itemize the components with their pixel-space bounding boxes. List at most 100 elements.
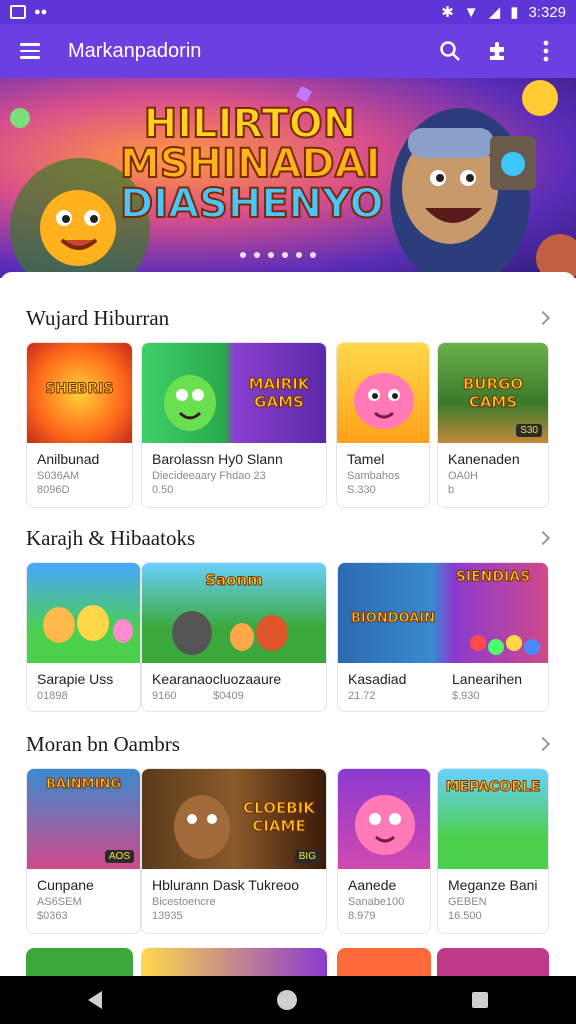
game-subtitle: $.930 [452,690,480,702]
game-thumbnail[interactable] [337,948,431,976]
menu-icon[interactable] [0,24,60,78]
carousel-dot[interactable] [296,252,302,258]
game-price: S.330 [347,484,376,496]
game-badge: AOS [104,850,134,863]
game-thumbnail[interactable] [26,948,133,976]
game-card[interactable]: Tamel Sambahos S.330 [336,342,430,508]
next-row-preview [26,948,550,976]
back-icon[interactable] [87,991,102,1009]
banner-title-line3: DIASHENYO [119,181,385,227]
game-price: 13935 [152,910,183,922]
game-thumbnail: BAINMING AOS [27,769,140,869]
game-thumbnail[interactable] [141,948,327,976]
carousel-dot[interactable] [282,252,288,258]
section-header[interactable]: Wujard Hiburran [0,290,576,346]
game-title: Barolassn Hy0 Slann [152,451,283,467]
system-nav-bar [0,976,576,1024]
game-card[interactable]: BIONDOAIN SIENDIAS Kasadiad 21.72 Lanear… [337,562,549,712]
carousel-dot[interactable] [254,252,260,258]
chevron-right-icon[interactable] [535,310,551,326]
app-bar: Markanpadorin [0,24,576,78]
section-title: Karajh & Hibaatoks [26,525,196,550]
bluetooth-icon: ✱ [441,4,454,21]
game-subtitle: 01898 [37,690,68,702]
signal-icon: ◢ [488,4,501,21]
search-icon[interactable] [432,33,468,69]
game-price: $0363 [37,910,68,922]
puzzle-icon[interactable] [480,33,516,69]
game-thumbnail: Saonm [142,563,326,663]
carousel-dot[interactable] [268,252,274,258]
game-card[interactable]: CLOEBIK CIAME BIG Hblurann Dask Tukreoo … [141,768,327,934]
section-title: Moran bn Oambrs [26,731,180,756]
game-title: Hblurann Dask Tukreoo [152,877,300,893]
notification-icon: ●● [34,6,48,18]
game-price: 0.50 [152,484,174,496]
gallery-icon [10,5,26,19]
chevron-right-icon[interactable] [535,530,551,546]
game-badge: BIG [294,850,320,863]
game-title: Anilbunad [37,451,100,467]
game-subtitle: S036AM [37,470,80,482]
game-price: 8.979 [348,910,376,922]
section-3: Moran bn Oambrs BAINMING AOS Cunpane AS6… [0,716,576,934]
game-title: Cunpane [37,877,94,893]
game-thumbnail: SHEBRIS [27,343,132,443]
battery-icon: ▮ [510,4,519,21]
game-title: Aanede [348,877,397,893]
game-card[interactable]: SHEBRIS Anilbunad S036AM 8096D [26,342,133,508]
game-card[interactable]: Sarapie Uss 01898 [26,562,141,712]
game-price: 8096D [37,484,70,496]
game-subtitle: Sambahos [347,470,400,482]
status-bar: ●● ✱ ▼ ◢ ▮ 3:329 [0,0,576,24]
app-title: Markanpadorin [68,39,202,62]
carousel-dot[interactable] [240,252,246,258]
chevron-right-icon[interactable] [535,736,551,752]
game-thumbnail: MEPACORLE [438,769,548,869]
game-card[interactable]: MEPACORLE Meganze Banik GEBEN 16.500 [437,768,549,934]
section-header[interactable]: Moran bn Oambrs [0,716,576,772]
section-title: Wujard Hiburran [26,305,170,330]
banner-title: HILIRTON MSHINADAI DIASHENYO [119,101,385,227]
game-subtitle: AS6SEM [37,896,82,908]
game-title: Tamel [347,451,385,467]
recent-apps-icon[interactable] [472,992,489,1008]
game-thumbnail: MAIRIK GAMS [142,343,326,443]
game-thumbnail[interactable] [437,948,549,976]
game-title: Meganze Banik [448,877,538,893]
game-subtitle: GEBEN [448,896,487,908]
game-card[interactable]: BURGO CAMS S30 Kanenaden OA0H b [437,342,549,508]
banner-title-line2: MSHINADAI [119,141,381,187]
carousel-indicators[interactable] [240,252,316,258]
game-subtitle: Sanabe100 [348,896,405,908]
game-card[interactable]: Saonm Kearanaocluozaaure 9160 $0409 [141,562,327,712]
game-thumbnail: BIONDOAIN SIENDIAS [338,563,548,663]
game-subtitle: OA0H [448,470,478,482]
more-options-icon[interactable] [528,33,564,69]
wifi-icon: ▼ [463,3,479,21]
game-title: Kasadiad [348,671,407,687]
section-header[interactable]: Karajh & Hibaatoks [0,510,576,566]
game-subtitle: Diecideeaary Fhdao 23 [152,470,266,482]
section-2: Karajh & Hibaatoks Sarapie Uss 01898 Sao… [0,510,576,712]
game-card[interactable]: BAINMING AOS Cunpane AS6SEM $0363 [26,768,141,934]
game-title: Kearanaocluozaaure [152,671,282,687]
content-area: Wujard Hiburran SHEBRIS Anilbunad S036AM… [0,272,576,976]
featured-banner[interactable]: HILIRTON MSHINADAI DIASHENYO [0,78,576,278]
game-title: Sarapie Uss [37,671,114,687]
game-card[interactable]: Aanede Sanabe100 8.979 [337,768,431,934]
game-title: Lanearihen [452,671,523,687]
game-subtitle: Bicestoencre [152,896,216,908]
status-time: 3:329 [528,3,566,21]
game-badge: S30 [516,424,542,437]
game-card[interactable]: MAIRIK GAMS Barolassn Hy0 Slann Diecidee… [141,342,327,508]
game-thumbnail [338,769,430,869]
game-subtitle: 21.72 [348,690,376,702]
game-title: Kanenaden [448,451,520,467]
section-1: Wujard Hiburran SHEBRIS Anilbunad S036AM… [0,290,576,508]
banner-title-line1: HILIRTON [143,101,358,147]
game-price: 16.500 [448,910,482,922]
carousel-dot[interactable] [310,252,316,258]
home-icon[interactable] [276,990,297,1010]
game-price: b [448,484,455,496]
